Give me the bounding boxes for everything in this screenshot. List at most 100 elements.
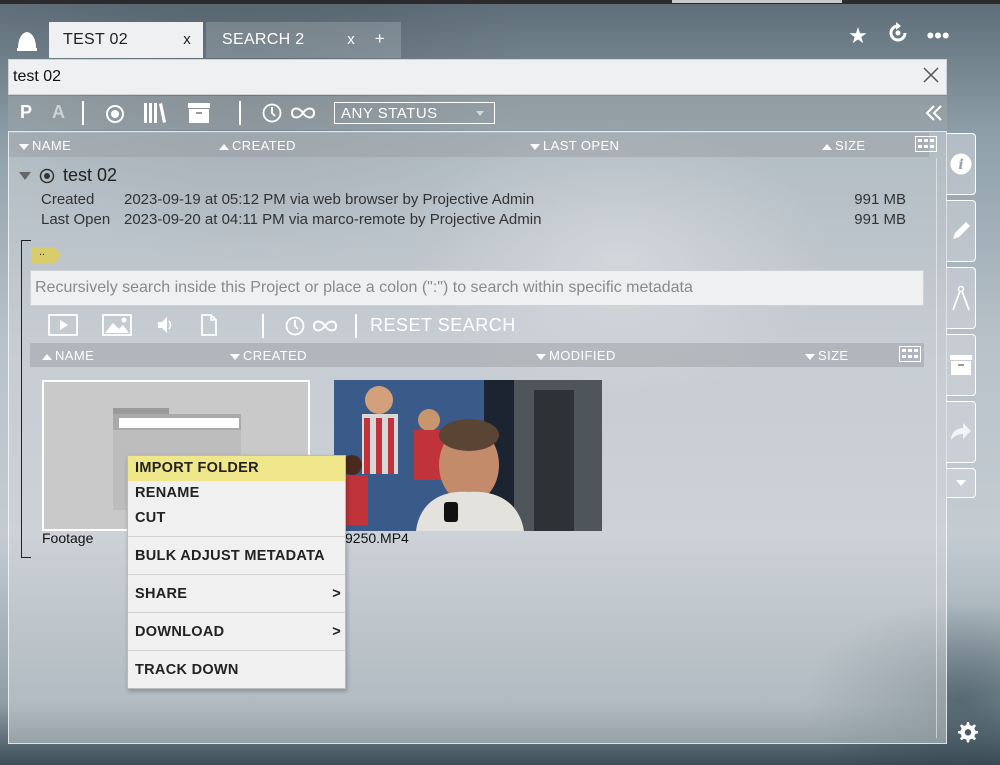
search-input[interactable]: test 02	[13, 68, 61, 86]
clock-icon[interactable]	[262, 103, 282, 123]
radio-target-icon[interactable]	[105, 104, 125, 124]
archive-icon[interactable]	[188, 103, 210, 123]
share-button[interactable]	[946, 401, 976, 463]
divider	[355, 314, 357, 338]
window-actions: ★ •••	[846, 22, 950, 50]
menu-label: TRACK DOWN	[135, 662, 239, 678]
tab-search-2[interactable]: SEARCH 2 x +	[206, 22, 401, 58]
grid-view-icon[interactable]	[899, 346, 921, 362]
created-size: 991 MB	[854, 191, 906, 208]
info-button[interactable]: i	[946, 133, 976, 195]
video-filter-icon[interactable]	[48, 314, 78, 336]
divider	[82, 101, 84, 125]
more-options-icon[interactable]: •••	[926, 23, 950, 49]
new-tab-button[interactable]: +	[375, 29, 385, 49]
grid-view-icon[interactable]	[915, 136, 937, 152]
expand-triangle-icon[interactable]	[19, 171, 31, 180]
inner-column-header-row: NAME CREATED MODIFIED SIZE	[30, 343, 924, 367]
submenu-arrow-icon: >	[332, 624, 341, 640]
svg-text:i: i	[958, 157, 963, 173]
project-search-input[interactable]: Recursively search inside this Project o…	[30, 270, 924, 306]
menu-item-rename[interactable]: RENAME	[128, 481, 345, 506]
menu-item-bulk-adjust-metadata[interactable]: BULK ADJUST METADATA	[128, 536, 345, 574]
tab-label: SEARCH 2	[222, 31, 305, 48]
collapse-panel-icon[interactable]	[925, 105, 943, 121]
archive-icon	[949, 355, 972, 375]
image-filter-icon[interactable]	[102, 314, 132, 336]
bell-logo-icon[interactable]	[14, 28, 40, 54]
tab-label: TEST 02	[63, 31, 128, 48]
col-size[interactable]: SIZE	[822, 138, 866, 153]
main-search-bar[interactable]: test 02	[8, 59, 947, 95]
project-toolbar: RESET SEARCH	[30, 310, 924, 342]
item-label: Footage	[42, 530, 94, 546]
parent-folder-button[interactable]: ..	[31, 247, 61, 263]
created-value: 2023-09-19 at 05:12 PM via web browser b…	[124, 191, 535, 208]
context-menu: IMPORT FOLDER RENAME CUT BULK ADJUST MET…	[127, 455, 346, 689]
col-name[interactable]: NAME	[42, 348, 94, 363]
divider	[239, 101, 241, 125]
infinity-icon[interactable]	[311, 319, 339, 333]
radio-target-icon	[39, 168, 55, 183]
chevron-down-icon	[476, 111, 484, 116]
menu-item-import-folder[interactable]: IMPORT FOLDER	[128, 456, 345, 481]
last-open-row: Last Open 2023-09-20 at 04:11 PM via marc…	[41, 211, 541, 228]
menu-item-track-down[interactable]: TRACK DOWN	[128, 650, 345, 688]
more-button[interactable]	[946, 468, 976, 498]
last-open-value: 2023-09-20 at 04:11 PM via marco-remote …	[124, 211, 542, 228]
filter-p-button[interactable]: P	[20, 102, 32, 123]
star-icon[interactable]: ★	[846, 23, 870, 49]
menu-label: CUT	[135, 510, 166, 526]
menu-item-share[interactable]: SHARE >	[128, 574, 345, 612]
created-row: Created 2023-09-19 at 05:12 PM via web br…	[41, 191, 534, 208]
share-icon	[950, 423, 971, 440]
tab-close-icon[interactable]: x	[183, 31, 191, 48]
status-dropdown-value: ANY STATUS	[341, 105, 438, 122]
tab-test-02[interactable]: TEST 02 x	[49, 22, 203, 58]
library-icon[interactable]	[144, 103, 166, 123]
col-modified[interactable]: MODIFIED	[536, 348, 616, 363]
compass-button[interactable]	[946, 267, 976, 329]
main-toolbar: P A ANY STATUS	[8, 96, 947, 130]
menu-label: IMPORT FOLDER	[135, 460, 259, 476]
col-size[interactable]: SIZE	[805, 348, 849, 363]
infinity-icon[interactable]	[289, 106, 317, 120]
last-open-label: Last Open	[41, 211, 111, 228]
gear-icon[interactable]	[955, 720, 979, 744]
col-name[interactable]: NAME	[19, 138, 71, 153]
menu-label: DOWNLOAD	[135, 624, 225, 640]
column-header-row: NAME CREATED LAST OPEN SIZE	[9, 133, 937, 157]
created-label: Created	[41, 191, 95, 208]
item-label: 9250.MP4	[345, 530, 409, 546]
project-title-row[interactable]: test 02	[19, 165, 117, 186]
last-open-size: 991 MB	[854, 211, 906, 228]
status-dropdown[interactable]: ANY STATUS	[334, 102, 495, 124]
menu-item-download[interactable]: DOWNLOAD >	[128, 612, 345, 650]
col-created[interactable]: CREATED	[230, 348, 307, 363]
submenu-arrow-icon: >	[332, 586, 341, 602]
tab-close-icon[interactable]: x	[347, 31, 355, 48]
pencil-icon	[952, 222, 970, 239]
menu-item-cut[interactable]: CUT	[128, 506, 345, 536]
divider	[262, 314, 264, 338]
menu-label: SHARE	[135, 586, 188, 602]
vertical-scrollbar[interactable]	[936, 158, 942, 738]
col-last-open[interactable]: LAST OPEN	[530, 138, 619, 153]
refresh-icon[interactable]	[886, 22, 910, 50]
edit-button[interactable]	[946, 200, 976, 262]
filter-a-button[interactable]: A	[52, 102, 65, 123]
compass-icon	[951, 285, 970, 311]
project-name: test 02	[63, 165, 118, 185]
audio-filter-icon[interactable]	[156, 314, 174, 336]
archive-button[interactable]	[946, 334, 976, 396]
video-thumbnail[interactable]	[334, 380, 602, 531]
reset-search-button[interactable]: RESET SEARCH	[370, 315, 516, 336]
window-top-edge	[0, 0, 1000, 4]
clock-icon[interactable]	[285, 316, 305, 336]
col-created[interactable]: CREATED	[219, 138, 296, 153]
menu-label: BULK ADJUST METADATA	[135, 548, 325, 564]
clear-search-icon[interactable]	[922, 66, 940, 84]
menu-label: RENAME	[135, 485, 200, 501]
chevron-down-icon	[955, 480, 966, 486]
document-filter-icon[interactable]	[200, 314, 218, 336]
